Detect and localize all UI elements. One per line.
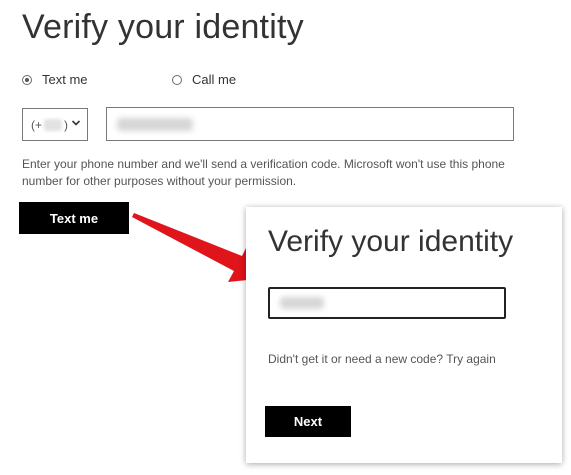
radio-checked-indicator[interactable] [22,74,32,85]
verify-code-popup: Verify your identity Didn't get it or ne… [246,207,562,463]
code-redacted [280,297,324,309]
next-button[interactable]: Next [265,406,351,437]
chevron-down-icon [71,120,81,126]
verification-method-group: Text me Call me [22,72,322,92]
radio-call-me[interactable]: Call me [172,72,236,87]
help-text: Enter your phone number and we'll send a… [22,157,505,188]
country-code-select[interactable]: (+ ) [22,108,88,141]
country-code-prefix: (+ [31,117,43,132]
radio-text-me-label: Text me [42,72,88,87]
country-code-suffix: ) [64,117,69,132]
text-me-button[interactable]: Text me [19,202,129,234]
radio-unchecked-indicator[interactable] [172,74,182,85]
popup-title: Verify your identity [268,225,514,258]
phone-number-redacted [117,118,193,131]
phone-number-input[interactable] [106,107,514,141]
retry-text[interactable]: Didn't get it or need a new code? Try ag… [268,352,496,366]
verification-code-input[interactable] [268,287,506,319]
radio-call-me-label: Call me [192,72,237,87]
radio-text-me[interactable]: Text me [22,72,88,87]
country-code-redacted [44,118,63,131]
page-title: Verify your identity [22,8,304,46]
